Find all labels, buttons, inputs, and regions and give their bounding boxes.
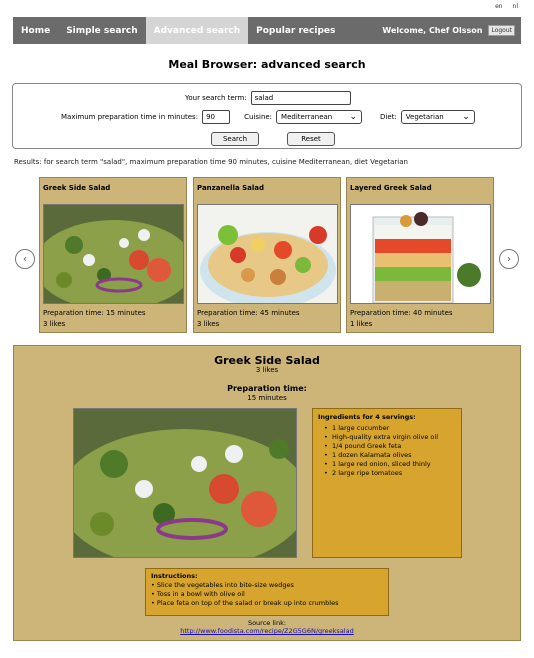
recipe-card-image[interactable] xyxy=(197,204,338,304)
salad-photo xyxy=(198,205,337,303)
recipe-card-image[interactable] xyxy=(43,204,184,304)
ingredient-item: 1 large cucumber xyxy=(324,424,456,433)
search-term-label: Your search term: xyxy=(185,94,247,102)
recipe-detail-panel: Greek Side Salad 3 likes Preparation tim… xyxy=(13,345,521,641)
max-time-input[interactable]: 90 xyxy=(202,110,231,124)
cuisine-select[interactable]: Mediterranean ⌄ xyxy=(276,110,363,124)
recipe-detail-image xyxy=(73,408,297,558)
results-summary: Results: for search term "salad", maximu… xyxy=(14,158,408,166)
chevron-down-icon: ⌄ xyxy=(349,111,358,122)
recipe-card-likes: 3 likes xyxy=(197,320,220,328)
advanced-search-form: Your search term: salad Maximum preparat… xyxy=(12,83,522,149)
instructions-box: Instructions: • Slice the vegetables int… xyxy=(145,568,389,616)
ingredient-item: 1 dozen Kalamata olives xyxy=(324,451,456,460)
recipe-card-title: Panzanella Salad xyxy=(197,184,265,192)
ingredient-item: High-quality extra virgin olive oil xyxy=(324,433,456,442)
reset-button[interactable]: Reset xyxy=(287,132,335,146)
nav-home[interactable]: Home xyxy=(13,17,58,44)
carousel-prev-button[interactable]: ‹ xyxy=(15,249,35,269)
recipe-detail-prep-value: 15 minutes xyxy=(247,394,287,402)
diet-value: Vegetarian xyxy=(405,113,444,121)
cuisine-label: Cuisine: xyxy=(244,113,273,121)
chevron-left-icon: ‹ xyxy=(23,253,27,265)
recipe-card-prep-time: Preparation time: 15 minutes xyxy=(43,309,146,317)
cuisine-value: Mediterranean xyxy=(281,113,333,121)
search-term-input[interactable]: salad xyxy=(250,91,351,105)
chevron-right-icon: › xyxy=(507,253,511,265)
nav-advanced-search[interactable]: Advanced search xyxy=(145,17,249,44)
diet-select[interactable]: Vegetarian ⌄ xyxy=(400,110,475,124)
recipe-card-likes: 3 likes xyxy=(43,320,66,328)
recipe-card-prep-time: Preparation time: 40 minutes xyxy=(350,309,453,317)
ingredients-header: Ingredients for 4 servings: xyxy=(318,413,416,421)
max-time-label: Maximum preparation time in minutes: xyxy=(61,113,199,121)
carousel-next-button[interactable]: › xyxy=(499,249,519,269)
salad-photo xyxy=(44,205,183,303)
recipe-card[interactable]: Greek Side Salad Preparation time: 15 mi… xyxy=(39,177,187,333)
recipe-card[interactable]: Panzanella Salad Preparation time: 45 mi… xyxy=(193,177,341,333)
recipe-card-likes: 1 likes xyxy=(350,320,373,328)
recipe-detail-likes: 3 likes xyxy=(255,366,279,374)
lang-en-link[interactable]: en xyxy=(495,3,503,10)
recipe-detail-prep-label: Preparation time: xyxy=(227,384,307,393)
ingredients-box: Ingredients for 4 servings: 1 large cucu… xyxy=(312,408,462,558)
ingredient-item: 1 large red onion, sliced thinly xyxy=(324,460,456,469)
lang-nl-link[interactable]: nl xyxy=(513,3,518,10)
welcome-area: Welcome, Chef Olsson Logout xyxy=(382,17,521,44)
logout-button[interactable]: Logout xyxy=(488,25,515,36)
diet-label: Diet: xyxy=(380,113,397,121)
instruction-step: • Toss in a bowl with olive oil xyxy=(151,590,245,598)
recipe-card-title: Greek Side Salad xyxy=(43,184,111,192)
nav-popular-recipes[interactable]: Popular recipes xyxy=(248,17,343,44)
salad-photo xyxy=(74,409,296,557)
instructions-header: Instructions: xyxy=(151,572,198,580)
salad-photo xyxy=(351,205,490,303)
ingredient-item: 2 large ripe tomatoes xyxy=(324,469,456,478)
recipe-card-prep-time: Preparation time: 45 minutes xyxy=(197,309,300,317)
main-navbar: Home Simple search Advanced search Popul… xyxy=(13,17,521,44)
source-link[interactable]: http://www.foodista.com/recipe/Z2G5G6N/g… xyxy=(14,627,520,635)
instruction-step: • Slice the vegetables into bite-size we… xyxy=(151,581,294,589)
nav-simple-search[interactable]: Simple search xyxy=(58,17,145,44)
recipe-card-title: Layered Greek Salad xyxy=(350,184,432,192)
language-switcher: en nl xyxy=(487,3,518,10)
chevron-down-icon: ⌄ xyxy=(462,111,470,122)
welcome-text: Welcome, Chef Olsson xyxy=(382,26,483,35)
instruction-step: • Place feta on top of the salad or brea… xyxy=(151,599,339,607)
source-label: Source link: xyxy=(247,619,287,627)
page-title: Meal Browser: advanced search xyxy=(168,58,366,71)
recipe-card[interactable]: Layered Greek Salad Preparation time: 40… xyxy=(346,177,494,333)
search-button[interactable]: Search xyxy=(211,132,259,146)
recipe-card-image[interactable] xyxy=(350,204,491,304)
ingredient-item: 1/4 pound Greek feta xyxy=(324,442,456,451)
